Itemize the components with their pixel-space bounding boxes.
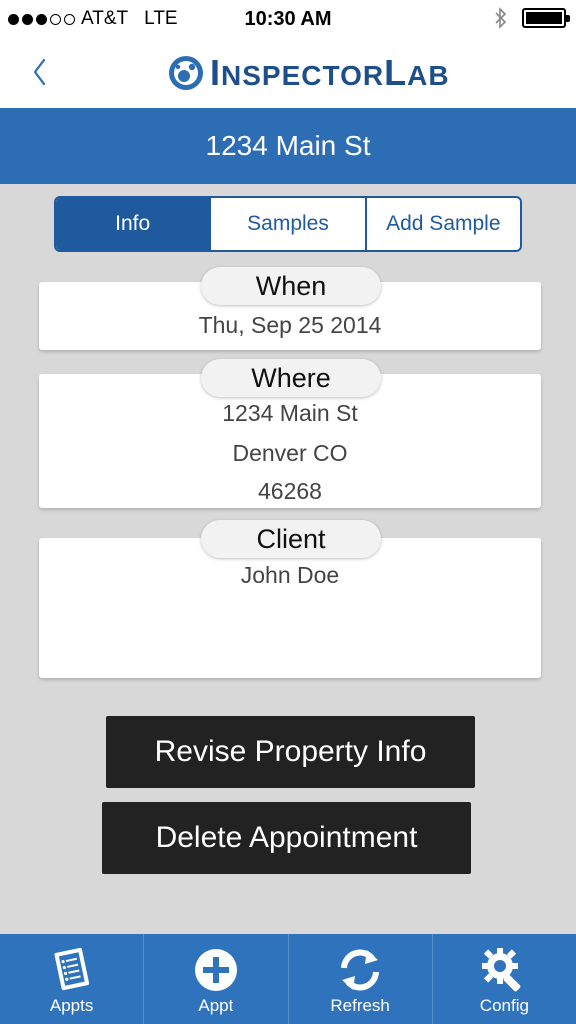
chevron-left-icon[interactable] bbox=[26, 50, 62, 94]
refresh-icon bbox=[341, 949, 380, 991]
page-title: 1234 Main St bbox=[0, 108, 576, 184]
bluetooth-icon bbox=[495, 7, 507, 29]
segmented-control: Info Samples Add Sample bbox=[54, 196, 522, 252]
tab-refresh-label: Refresh bbox=[330, 996, 390, 1015]
address-line-1: 1234 Main St bbox=[222, 400, 358, 426]
tab-info[interactable]: Info bbox=[56, 198, 212, 250]
bottom-tab-bar: Appts Appt Refresh Config bbox=[0, 934, 576, 1024]
app-logo: INSPECTORLAB bbox=[168, 48, 450, 98]
status-bar: AT&T LTE 10:30 AM bbox=[0, 0, 576, 38]
tab-appt[interactable]: Appt bbox=[144, 934, 289, 1024]
nav-header: INSPECTORLAB bbox=[0, 38, 576, 108]
revise-property-info-button[interactable]: Revise Property Info bbox=[106, 716, 475, 788]
status-time: 10:30 AM bbox=[244, 8, 332, 30]
tab-appt-label: Appt bbox=[198, 996, 234, 1015]
tab-refresh[interactable]: Refresh bbox=[289, 934, 433, 1024]
inspectorlab-logo-icon bbox=[169, 56, 203, 90]
tab-add-sample[interactable]: Add Sample bbox=[367, 198, 520, 250]
tab-appts-label: Appts bbox=[49, 996, 94, 1015]
client-label: Client bbox=[201, 520, 381, 558]
address-line-3: 46268 bbox=[258, 478, 322, 504]
plus-circle-icon bbox=[194, 949, 237, 991]
battery-icon bbox=[522, 8, 570, 28]
clipboard-list-icon bbox=[54, 947, 89, 991]
tab-samples[interactable]: Samples bbox=[211, 198, 367, 250]
logo-text: INSPECTORLAB bbox=[210, 52, 450, 93]
tab-appts[interactable]: Appts bbox=[0, 934, 145, 1024]
tab-config[interactable]: Config bbox=[433, 934, 576, 1024]
client-name: John Doe bbox=[240, 562, 340, 588]
when-label: When bbox=[201, 267, 381, 305]
gear-wrench-icon bbox=[482, 948, 521, 992]
delete-appointment-button[interactable]: Delete Appointment bbox=[102, 802, 471, 874]
client-card: John Doe bbox=[39, 538, 541, 678]
status-right bbox=[494, 7, 570, 29]
where-label: Where bbox=[201, 359, 381, 397]
appointment-date: Thu, Sep 25 2014 bbox=[198, 312, 382, 338]
address-line-2: Denver CO bbox=[232, 440, 348, 466]
tab-config-label: Config bbox=[479, 996, 529, 1015]
